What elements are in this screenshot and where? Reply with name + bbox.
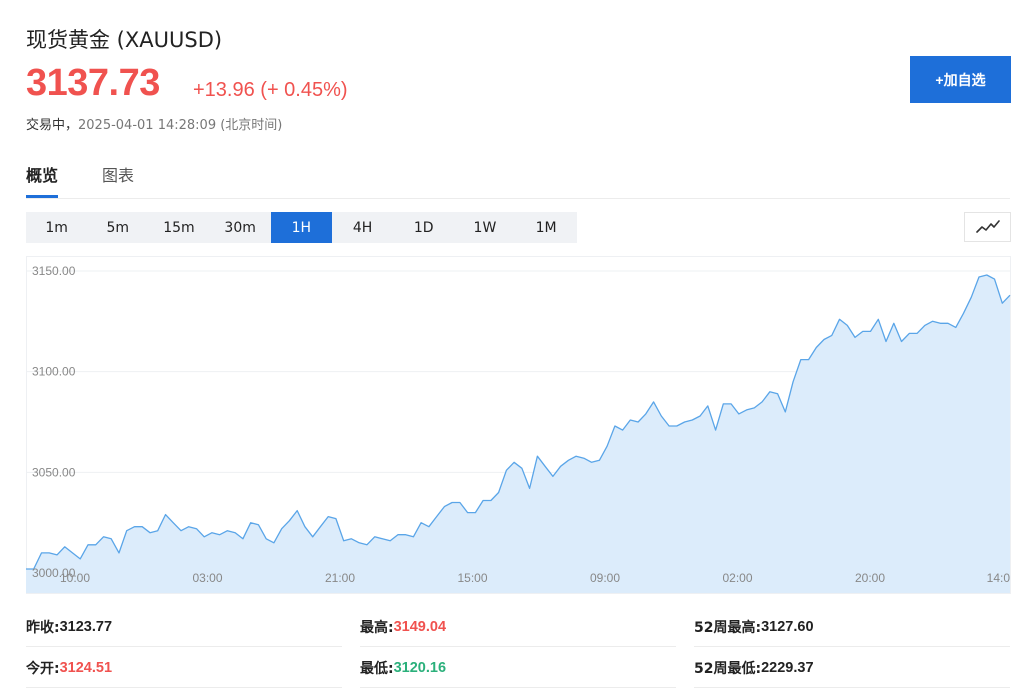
stat-prev-close: 昨收: 3123.77 xyxy=(26,606,342,647)
stats-row: 今开: 3124.51 最低: 3120.16 52周最低: 2229.37 xyxy=(26,647,1011,688)
stat-52w-high: 52周最高: 3127.60 xyxy=(694,606,1010,647)
stat-value: 3149.04 xyxy=(393,618,447,635)
x-tick-label: 15:00 xyxy=(457,571,487,585)
add-to-watchlist-button[interactable]: +加自选 xyxy=(910,56,1011,103)
price-area xyxy=(26,275,1010,593)
stat-value: 3120.16 xyxy=(393,659,447,676)
tab-bar: 概览 图表 xyxy=(26,162,178,198)
price-chart[interactable]: 3150.003100.003050.003000.0010:00 03:00 21… xyxy=(26,256,1011,594)
period-1mo[interactable]: 1M xyxy=(516,212,577,243)
period-4h[interactable]: 4H xyxy=(332,212,393,243)
stats-row: 昨收: 3123.77 最高: 3149.04 52周最高: 3127.60 xyxy=(26,606,1011,647)
x-tick-label: 10:00 xyxy=(60,571,90,585)
period-1m[interactable]: 1m xyxy=(26,212,87,243)
trading-status: 交易中， xyxy=(26,118,79,133)
stat-high: 最高: 3149.04 xyxy=(360,606,676,647)
x-tick-label: 14:0 xyxy=(987,571,1011,585)
current-price: 3137.73 xyxy=(26,62,160,104)
y-tick-label: 3100.00 xyxy=(32,365,76,379)
tab-overview[interactable]: 概览 xyxy=(26,162,59,198)
period-1d[interactable]: 1D xyxy=(393,212,454,243)
stat-label: 52周最高: xyxy=(694,619,762,636)
stat-label: 最高: xyxy=(360,619,394,636)
x-tick-label: 21:00 xyxy=(325,571,355,585)
market-status: 交易中，2025-04-01 14:28:09 (北京时间) xyxy=(26,114,282,133)
stat-label: 今开: xyxy=(26,660,60,677)
period-1w[interactable]: 1W xyxy=(454,212,515,243)
timestamp: 2025-04-01 14:28:09 (北京时间) xyxy=(78,118,283,133)
stat-value: 3127.60 xyxy=(761,618,814,635)
stat-label: 52周最低: xyxy=(694,660,762,677)
x-tick-label: 20:00 xyxy=(855,571,885,585)
period-1h[interactable]: 1H xyxy=(270,212,332,243)
period-30m[interactable]: 30m xyxy=(210,212,271,243)
page-title: 现货黄金 (XAUUSD) xyxy=(26,28,223,52)
y-tick-label: 3050.00 xyxy=(32,465,76,479)
stat-label: 昨收: xyxy=(26,619,60,636)
stat-52w-low: 52周最低: 2229.37 xyxy=(694,647,1010,688)
period-5m[interactable]: 5m xyxy=(87,212,148,243)
stat-open: 今开: 3124.51 xyxy=(26,647,342,688)
stat-value: 3124.51 xyxy=(59,659,113,676)
y-tick-label: 3150.00 xyxy=(32,264,76,278)
chart-type-button[interactable] xyxy=(964,212,1011,242)
period-15m[interactable]: 15m xyxy=(148,212,209,243)
stat-low: 最低: 3120.16 xyxy=(360,647,676,688)
stat-label: 最低: xyxy=(360,660,394,677)
price-change: +13.96 (+ 0.45%) xyxy=(193,79,348,101)
tab-chart[interactable]: 图表 xyxy=(102,162,134,198)
period-selector: 1m 5m 15m 30m 1H 4H 1D 1W 1M xyxy=(26,212,577,243)
x-tick-label: 02:00 xyxy=(722,571,752,585)
tab-divider xyxy=(26,198,1010,199)
line-chart-icon xyxy=(975,220,1000,233)
stat-value: 2229.37 xyxy=(761,659,814,676)
stat-value: 3123.77 xyxy=(59,618,113,635)
x-tick-label: 09:00 xyxy=(590,571,620,585)
stats-panel: 昨收: 3123.77 最高: 3149.04 52周最高: 3127.60 今… xyxy=(26,606,1011,688)
x-tick-label: 03:00 xyxy=(192,571,222,585)
